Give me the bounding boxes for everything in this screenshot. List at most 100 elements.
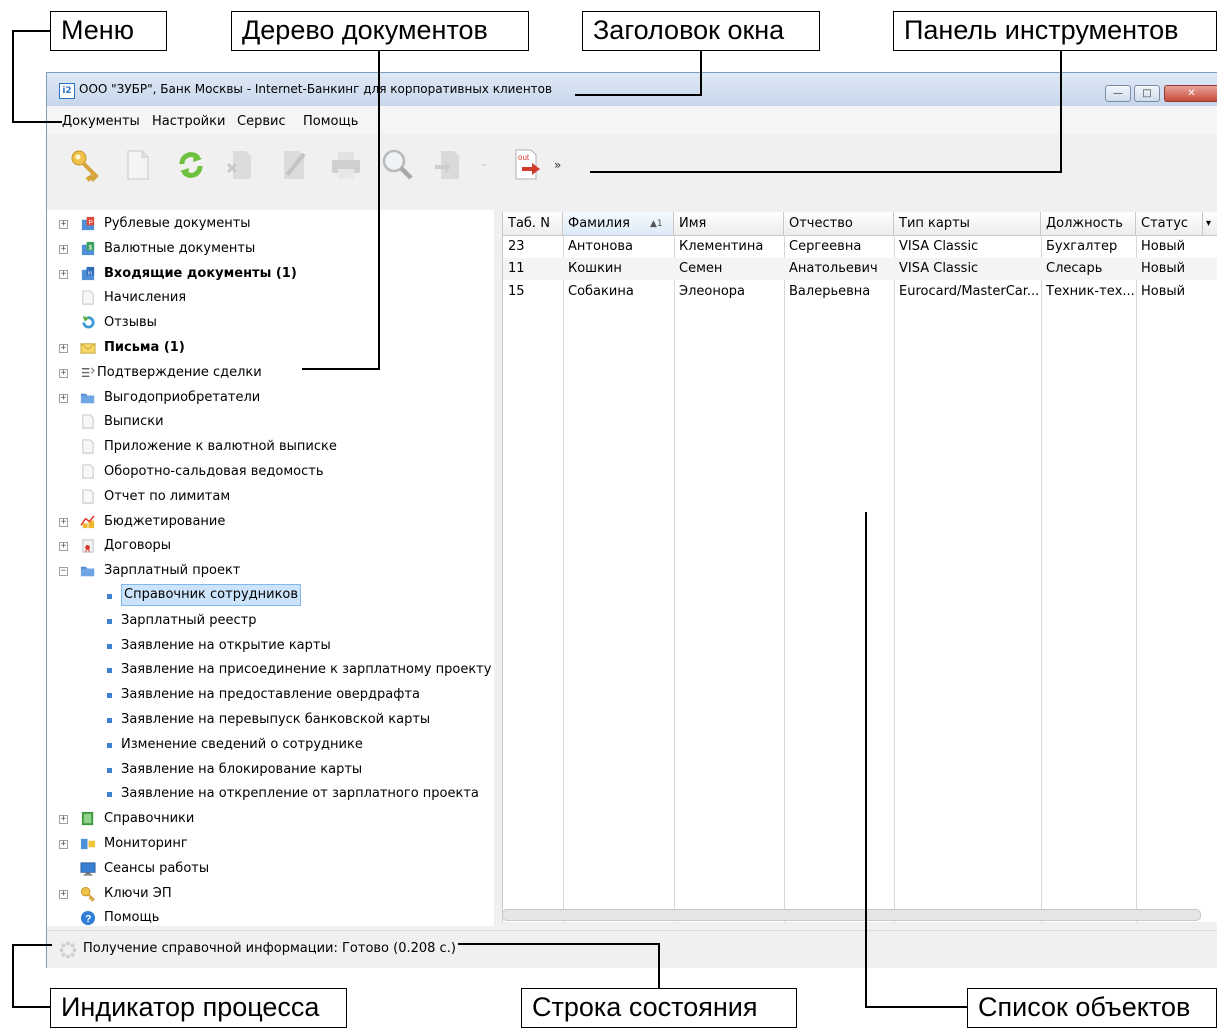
menu-help[interactable]: Помощь <box>303 114 358 129</box>
search-icon[interactable] <box>380 148 414 182</box>
tree-item[interactable]: + Выгодоприобретатели <box>47 387 492 409</box>
tree-item[interactable]: Справочник сотрудников <box>47 584 492 607</box>
table-row[interactable]: 23 Антонова Клементина Сергеевна VISA Classi… <box>503 236 1217 258</box>
tree-item-label: Заявление на предоставление овердрафта <box>121 687 420 703</box>
print-icon[interactable] <box>329 148 363 182</box>
col-tab-n[interactable]: Таб. N <box>503 212 563 235</box>
out-label: out <box>518 153 530 162</box>
tree-item[interactable]: Оборотно-сальдовая ведомость <box>47 461 492 483</box>
tree-expander-icon[interactable]: + <box>59 393 68 403</box>
table-cell: 11 <box>508 261 525 277</box>
tree-item[interactable]: Сеансы работы <box>47 858 492 880</box>
tree-expander-icon[interactable]: + <box>59 840 68 849</box>
connector-window-title <box>700 50 702 95</box>
col-status[interactable]: Статус <box>1136 212 1203 235</box>
tree-item-label: Входящие документы (1) <box>104 265 297 281</box>
tree-item[interactable]: Зарплатный реестр <box>47 610 492 632</box>
table-cell: Элеонора <box>679 283 746 299</box>
tree-item-label: Справочник сотрудников <box>121 584 302 606</box>
col-surname[interactable]: Фамилия ▲1 <box>563 212 674 235</box>
maximize-icon[interactable]: □ <box>1134 85 1160 102</box>
tree-expander-icon[interactable]: + <box>59 542 68 552</box>
menu-settings[interactable]: Настройки <box>152 114 225 129</box>
tree-item[interactable]: Отзывы <box>47 312 492 334</box>
export-icon[interactable] <box>433 148 467 182</box>
status-text: Получение справочной информации: Готово … <box>83 941 456 956</box>
tree-item[interactable]: Выписки <box>47 411 492 433</box>
table-row[interactable]: 15 Собакина Элеонора Валерьевна Eurocard/Mas… <box>503 281 1217 303</box>
table-cell: Новый <box>1141 239 1186 254</box>
edit-document-icon[interactable] <box>277 148 311 182</box>
delete-document-icon[interactable] <box>224 148 258 182</box>
tree-item[interactable]: − Зарплатный проект <box>47 560 492 582</box>
tree-item[interactable]: Заявление на блокирование карты <box>47 759 492 781</box>
tree-expander-icon[interactable]: + <box>59 368 68 378</box>
tree-item[interactable]: Заявление на перевыпуск банковской карты <box>47 709 492 731</box>
menu-documents[interactable]: Документы <box>62 114 140 129</box>
more-chevron-icon[interactable]: » <box>554 158 561 172</box>
tree-item-label: Заявление на перевыпуск банковской карты <box>121 712 431 727</box>
tree-item[interactable]: Заявление на присоединение к зарплатному… <box>47 659 492 681</box>
callout-statusbar: Строка состояния <box>521 988 797 1028</box>
export-dropdown-icon[interactable]: ⌄ <box>480 159 488 169</box>
tree-item[interactable]: + Подтверждение сделки <box>47 362 492 384</box>
tree-item[interactable]: + Бюджетирование <box>47 511 492 533</box>
table-cell: VISA Classic <box>899 261 979 277</box>
out-icon[interactable]: out <box>510 148 544 182</box>
tree-expander-icon[interactable]: + <box>59 220 68 229</box>
new-document-icon[interactable] <box>121 148 155 182</box>
horizontal-scrollbar[interactable] <box>502 909 1201 921</box>
table-row[interactable]: 11 Кошкин Семен Анатольевич VISA Classic Слес… <box>503 258 1217 281</box>
tree-item[interactable]: ? Помощь <box>47 907 492 926</box>
book-icon <box>81 812 94 826</box>
incoming-folder-icon: in <box>81 266 95 280</box>
minimize-icon[interactable]: — <box>1105 85 1131 102</box>
menu-service[interactable]: Сервис <box>237 114 286 129</box>
tree-item[interactable]: Приложение к валютной выписке <box>47 436 492 458</box>
connector-menu <box>12 30 14 122</box>
folder-icon <box>80 566 95 577</box>
bullet-icon <box>107 668 112 674</box>
tree-item[interactable]: + Р Рублевые документы <box>47 213 492 235</box>
close-icon[interactable]: ✕ <box>1164 85 1217 102</box>
tree-item[interactable]: Отчет по лимитам <box>47 486 492 508</box>
window-title: ООО "ЗУБР", Банк Москвы - Internet-Банки… <box>79 82 553 96</box>
table-cell: Валерьевна <box>789 283 871 299</box>
tree-item[interactable]: + $ Валютные документы <box>47 238 492 260</box>
col-surname-label: Фамилия <box>568 216 630 231</box>
app-window: i2 ООО "ЗУБР", Банк Москвы - Internet-Ба… <box>46 72 1217 968</box>
connector-statusbar <box>658 943 660 989</box>
tree-expander-icon[interactable]: − <box>59 567 68 577</box>
app-icon: i2 <box>59 83 75 99</box>
tree-expander-icon[interactable]: + <box>59 517 68 527</box>
col-name[interactable]: Имя <box>674 212 784 235</box>
column-menu-icon[interactable]: ▾ <box>1203 212 1217 235</box>
tree-item[interactable]: + Письма (1) <box>47 337 492 359</box>
tree-item[interactable]: + Договоры <box>47 535 492 557</box>
tree-item[interactable]: + Справочники <box>47 808 492 830</box>
tree-item[interactable]: + Мониторинг <box>47 833 492 855</box>
table-cell: Бухгалтер <box>1046 239 1118 254</box>
tree-item[interactable]: + Ключи ЭП <box>47 883 492 905</box>
svg-text:Р: Р <box>88 219 93 226</box>
currency-folder-icon: $ <box>81 241 95 255</box>
col-patronymic[interactable]: Отчество <box>784 212 894 235</box>
svg-text:?: ? <box>85 914 91 925</box>
tree-item[interactable]: Заявление на открытие карты <box>47 635 492 657</box>
tree-item[interactable]: Заявление на предоставление овердрафта <box>47 684 492 706</box>
tree-expander-icon[interactable]: + <box>59 244 68 254</box>
contract-icon <box>82 539 94 553</box>
keys-icon[interactable] <box>69 148 103 182</box>
tree-expander-icon[interactable]: + <box>59 269 68 279</box>
svg-text:in: in <box>88 270 92 276</box>
tree-item[interactable]: + in Входящие документы (1) <box>47 263 492 285</box>
tree-expander-icon[interactable]: + <box>59 344 68 353</box>
tree-item[interactable]: Заявление на открепление от зарплатного … <box>47 783 492 805</box>
col-card-type[interactable]: Тип карты <box>894 212 1041 235</box>
tree-item[interactable]: Начисления <box>47 287 492 309</box>
tree-item[interactable]: Изменение сведений о сотруднике <box>47 734 492 756</box>
tree-expander-icon[interactable]: + <box>59 889 68 899</box>
tree-expander-icon[interactable]: + <box>59 815 68 825</box>
refresh-icon[interactable] <box>174 148 208 182</box>
col-position[interactable]: Должность <box>1041 212 1136 235</box>
